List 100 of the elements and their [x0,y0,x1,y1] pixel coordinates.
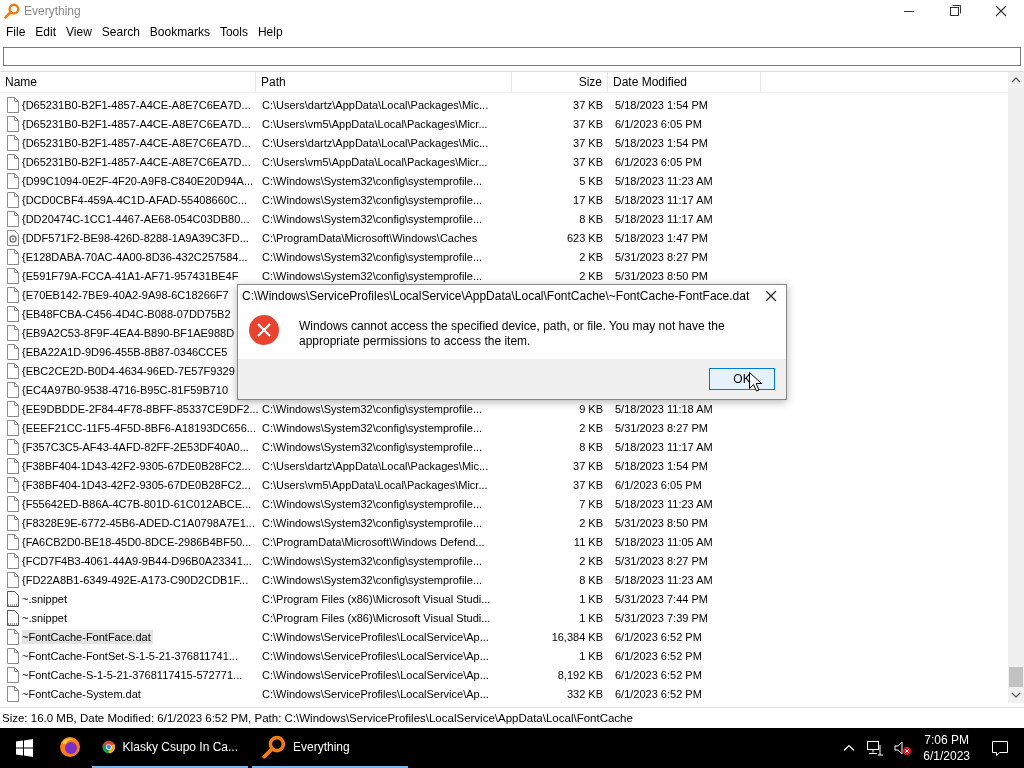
date-modified: 6/1/2023 6:05 PM [615,117,702,130]
date-modified: 5/18/2023 1:54 PM [615,136,708,149]
file-icon [7,286,19,303]
file-size: 8,192 KB [557,668,603,681]
file-path: C:\Windows\System32\config\systemprofile... [262,573,483,586]
file-path: C:\Users\vm5\AppData\Local\Packages\Micr... [262,117,488,130]
file-icon [7,381,19,398]
file-name[interactable]: {E128DABA-70AC-4A00-8D36-432C257584... [22,249,250,264]
file-path: C:\Windows\System32\config\systemprofile... [262,421,483,434]
file-name[interactable]: {EE9DBDDE-2F84-4F78-8BFF-85337CE9DF2... [22,401,261,416]
date-modified: 5/31/2023 8:50 PM [615,516,708,529]
file-name[interactable]: {F8328E9E-6772-45B6-ADED-C1A0798A7E1... [22,515,257,530]
file-name[interactable]: {D65231B0-B2F1-4857-A4CE-A8E7C6EA7D... [22,116,253,131]
file-name[interactable]: {EEEF21CC-11F5-4F5D-8BF6-A18193DC656... [22,420,258,435]
column-header[interactable]: Name [0,72,256,92]
close-icon[interactable] [764,289,778,303]
date-modified: 5/31/2023 8:27 PM [615,421,708,434]
column-header[interactable]: Size [512,72,608,92]
file-icon [7,400,19,417]
file-name[interactable]: ~.snippet [22,591,69,606]
menu-item[interactable]: File [1,25,31,39]
file-name[interactable]: {F55642ED-B86A-4C7B-801D-61C012ABCE... [22,496,254,511]
menu-item[interactable]: Search [96,25,145,39]
file-size: 2 KB [579,269,603,282]
file-size: 332 KB [566,687,603,700]
file-name[interactable]: {E591F79A-FCCA-41A1-AF71-957431BE4F [22,268,241,283]
file-size: 17 KB [573,193,603,206]
file-size: 37 KB [573,136,603,149]
file-name[interactable]: {EB9A2C53-8F9F-4EA4-B890-BF1AE988D [22,325,237,340]
date-modified: 5/18/2023 1:54 PM [615,98,708,111]
file-name[interactable]: {D65231B0-B2F1-4857-A4CE-A8E7C6EA7D... [22,135,253,150]
file-size: 8 KB [579,440,603,453]
file-path: C:\Windows\System32\config\systemprofile... [262,269,483,282]
file-name[interactable]: {D99C1094-0E2F-4F20-A9F8-C840E20D94A... [22,173,256,188]
file-icon [7,305,19,322]
file-icon [7,533,19,550]
menu-item[interactable]: Help [252,25,288,39]
clock-time[interactable]: 7:06 PM [924,732,969,748]
scroll-thumb[interactable] [1009,667,1023,687]
menu-item[interactable]: Tools [214,25,253,39]
file-name[interactable]: ~FontCache-FontSet-S-1-5-21-376811741... [22,648,240,663]
file-name[interactable]: {F357C3C5-AF43-4AFD-82FF-2E53DF40A0... [22,439,251,454]
file-icon [7,476,19,493]
everything-taskbar-button[interactable]: Everything [252,728,408,768]
file-name[interactable]: {FCD7F4B3-4061-44A9-9B44-D96B0A23341... [22,553,254,568]
date-modified: 6/1/2023 6:52 PM [615,630,702,643]
file-path: C:\Windows\System32\config\systemprofile... [262,174,483,187]
file-path: C:\Program Files (x86)\Microsoft Visual Studi... [262,592,491,605]
file-name[interactable]: {EBA22A1D-9D96-455B-8B87-0346CCE5 [22,344,230,359]
date-modified: 5/31/2023 8:27 PM [615,250,708,263]
date-modified: 5/18/2023 11:17 AM [615,440,713,453]
file-icon [7,666,19,683]
file-name[interactable]: ~FontCache-System.dat [22,686,143,701]
file-name[interactable]: {FD22A8B1-6349-492E-A173-C90D2CDB1F... [22,572,251,587]
document-icon [7,590,19,607]
file-name[interactable]: {DDF571F2-BE98-426D-8288-1A9A39C3FD... [22,230,251,245]
file-name[interactable]: {F38BF404-1D43-42F2-9305-67DE0B28FC2... [22,458,253,473]
file-name[interactable]: {DD20474C-1CC1-4467-AE68-054C03DB80... [22,211,252,226]
menu-item[interactable]: Bookmarks [144,25,215,39]
file-icon [7,628,19,645]
file-name[interactable]: {E70EB142-7BE9-40A2-9A98-6C18266F7 [22,287,231,302]
file-path: C:\Windows\System32\config\systemprofile... [262,440,483,453]
date-modified: 6/1/2023 6:52 PM [615,649,702,662]
mouse-cursor-icon [749,372,762,392]
file-size: 2 KB [579,516,603,529]
column-header[interactable]: Path [256,72,512,92]
chrome-taskbar-button[interactable]: Klasky Csupo In Ca... [92,728,248,768]
network-icon[interactable] [866,740,885,756]
file-name[interactable]: {EB48FCBA-C456-4D4C-B088-07DD75B2 [22,306,233,321]
file-size: 37 KB [573,117,603,130]
notification-icon[interactable] [990,738,1010,758]
file-icon [7,191,19,208]
file-size: 2 KB [579,554,603,567]
menu-item[interactable]: Edit [30,25,62,39]
ok-button[interactable]: OK [709,368,775,390]
file-name[interactable]: {D65231B0-B2F1-4857-A4CE-A8E7C6EA7D... [22,154,253,169]
file-name[interactable]: {F38BF404-1D43-42F2-9305-67DE0B28FC2... [22,477,253,492]
file-name[interactable]: {D65231B0-B2F1-4857-A4CE-A8E7C6EA7D... [22,97,253,112]
scrollbar[interactable] [1008,72,1024,703]
dialog-title: C:\Windows\ServiceProfiles\LocalService\AppData\Local\FontCache\~FontCache-FontFace.dat [242,289,751,303]
file-size: 1 KB [579,649,603,662]
file-path: C:\Users\vm5\AppData\Local\Packages\Micr... [262,478,488,491]
file-path: C:\Windows\ServiceProfiles\LocalService\Ap... [262,668,489,681]
file-name[interactable]: {EC4A97B0-9538-4716-B95C-81F59B710 [22,382,231,397]
file-name[interactable]: ~FontCache-FontFace.dat [22,629,153,644]
date-modified: 5/18/2023 11:23 AM [615,573,713,586]
file-name[interactable]: ~FontCache-S-1-5-21-3768117415-572771... [22,667,245,682]
file-name[interactable]: {DCD0CBF4-459A-4C1D-AFAD-55408660C... [22,192,249,207]
menu-item[interactable]: View [61,25,97,39]
file-path: C:\Windows\System32\config\systemprofile... [262,497,483,510]
magnifier-icon [262,735,286,759]
clock-date[interactable]: 6/1/2023 [923,748,970,764]
column-header[interactable]: Date Modified [608,72,761,92]
date-modified: 5/31/2023 7:39 PM [615,611,708,624]
file-size: 7 KB [579,497,603,510]
search-field[interactable] [3,46,1021,66]
file-name[interactable]: {FA6CB2D0-BE18-45D0-8DCE-2986B4BF50... [22,534,254,549]
file-name[interactable]: {EBC2CE2D-B0D4-4634-96ED-7E57F9329 [22,363,237,378]
file-name[interactable]: ~.snippet [22,610,69,625]
volume-muted-icon[interactable] [894,740,913,756]
